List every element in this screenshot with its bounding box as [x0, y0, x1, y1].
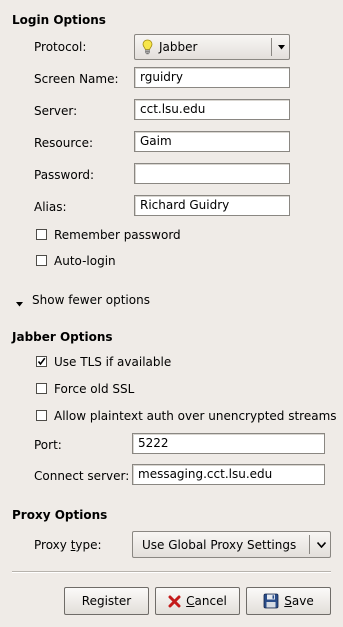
save-label: Save [284, 594, 314, 608]
alias-label: Alias: [34, 200, 67, 214]
screen-name-label: Screen Name: [34, 72, 119, 86]
cancel-label: Cancel [186, 594, 227, 608]
connect-server-field[interactable]: messaging.cct.lsu.edu [132, 464, 325, 485]
allow-plaintext-label[interactable]: Allow plaintext auth over unencrypted st… [54, 409, 337, 423]
force-old-ssl-checkbox[interactable] [36, 383, 47, 394]
jabber-options-title: Jabber Options [12, 330, 113, 344]
proxy-type-label: Proxy type: [34, 538, 102, 552]
register-button[interactable]: Register [64, 587, 149, 615]
checkmark-icon [37, 357, 46, 366]
cancel-button[interactable]: Cancel [155, 587, 240, 615]
expander-triangle-icon[interactable] [16, 296, 23, 310]
proxy-type-value: Use Global Proxy Settings [142, 538, 297, 552]
login-options-title: Login Options [12, 13, 106, 27]
use-tls-label[interactable]: Use TLS if available [54, 355, 171, 369]
lightbulb-icon [142, 39, 153, 58]
connect-server-label: Connect server: [34, 469, 130, 483]
password-field[interactable] [134, 163, 290, 184]
password-label: Password: [34, 168, 95, 182]
auto-login-label[interactable]: Auto-login [54, 254, 116, 268]
port-label: Port: [34, 438, 62, 452]
combo-separator [271, 38, 272, 56]
remember-password-checkbox[interactable] [36, 229, 47, 240]
force-old-ssl-label[interactable]: Force old SSL [54, 382, 134, 396]
save-icon [263, 593, 279, 609]
protocol-label: Protocol: [34, 40, 87, 54]
cancel-icon [168, 595, 181, 608]
proxy-type-combo[interactable]: Use Global Proxy Settings [132, 531, 331, 558]
screen-name-field[interactable]: rguidry [134, 67, 290, 88]
combo-separator [309, 535, 310, 554]
remember-password-label[interactable]: Remember password [54, 228, 181, 242]
register-label: Register [81, 594, 132, 608]
save-button[interactable]: Save [246, 587, 331, 615]
resource-field[interactable]: Gaim [134, 131, 290, 152]
resource-label: Resource: [34, 136, 94, 150]
alias-field[interactable]: Richard Guidry [134, 195, 290, 216]
chevron-down-icon [273, 35, 290, 59]
use-tls-checkbox[interactable] [36, 356, 47, 367]
protocol-value: Jabber [159, 40, 198, 54]
chevron-down-icon [311, 532, 331, 557]
server-label: Server: [34, 104, 78, 118]
protocol-combo[interactable]: Jabber [134, 34, 290, 60]
port-field[interactable]: 5222 [132, 433, 325, 454]
auto-login-checkbox[interactable] [36, 255, 47, 266]
show-fewer-options-expander[interactable]: Show fewer options [32, 293, 150, 307]
button-area-divider [12, 571, 331, 573]
server-field[interactable]: cct.lsu.edu [134, 99, 290, 120]
allow-plaintext-checkbox[interactable] [36, 410, 47, 421]
proxy-options-title: Proxy Options [12, 508, 108, 522]
